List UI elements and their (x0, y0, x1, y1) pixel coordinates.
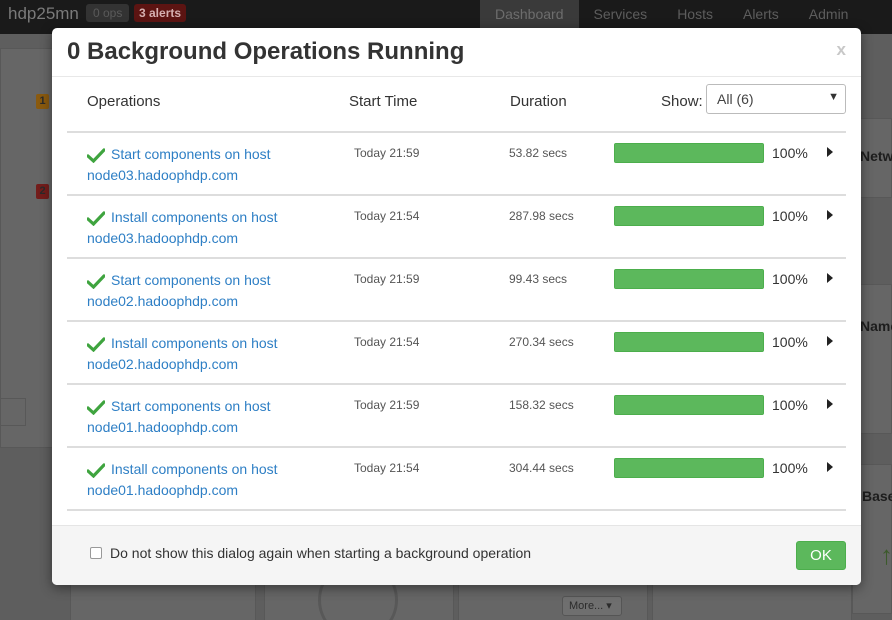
operation-link[interactable]: Install components on host node01.hadoop… (87, 459, 307, 501)
operation-duration: 53.82 secs (509, 146, 568, 160)
header-divider (52, 76, 861, 77)
operations-list: Start components on host node03.hadoophd… (67, 131, 846, 511)
operation-start-time: Today 21:59 (354, 146, 420, 160)
caret-right-icon[interactable] (827, 273, 833, 283)
operation-row[interactable]: Start components on host node01.hadoophd… (67, 385, 846, 448)
bg-up-arrow-icon: ↑ (880, 540, 892, 570)
bg-alert-count-badge: 2 (36, 184, 49, 199)
operation-duration: 287.98 secs (509, 209, 574, 223)
progress-percent: 100% (772, 334, 808, 350)
bg-filter-box (0, 398, 26, 426)
modal-footer: Do not show this dialog again when start… (52, 526, 861, 585)
caret-right-icon[interactable] (827, 336, 833, 346)
show-filter-value: All (6) (717, 91, 754, 107)
operation-start-time: Today 21:54 (354, 335, 420, 349)
operation-row[interactable]: Start components on host node03.hadoophd… (67, 133, 846, 196)
show-filter-select[interactable]: All (6) ▼ (706, 84, 846, 114)
progress-bar (614, 395, 764, 415)
progress-bar-fill (615, 459, 763, 477)
do-not-show-label[interactable]: Do not show this dialog again when start… (110, 545, 531, 561)
ops-badge[interactable]: 0 ops (86, 4, 130, 22)
operation-start-time: Today 21:54 (354, 209, 420, 223)
progress-bar (614, 269, 764, 289)
operation-start-time: Today 21:59 (354, 272, 420, 286)
caret-right-icon[interactable] (827, 462, 833, 472)
bg-widget-title: Netwo (860, 148, 892, 164)
progress-percent: 100% (772, 145, 808, 161)
column-header-duration: Duration (510, 93, 567, 110)
ok-button[interactable]: OK (796, 541, 846, 570)
operation-row[interactable]: Install components on host node01.hadoop… (67, 448, 846, 511)
operation-row[interactable]: Start components on host node02.hadoophd… (67, 259, 846, 322)
bg-widget-title: Name (860, 318, 892, 334)
operation-duration: 99.43 secs (509, 272, 568, 286)
progress-percent: 100% (772, 397, 808, 413)
bg-more-button: More... ▾ (562, 596, 622, 616)
show-filter-label: Show: (661, 93, 703, 110)
progress-bar (614, 206, 764, 226)
cluster-name[interactable]: hdp25mn (8, 4, 79, 24)
bg-widget-title: Base (862, 488, 892, 504)
do-not-show-checkbox[interactable] (90, 547, 102, 559)
operation-link[interactable]: Start components on host node01.hadoophd… (87, 396, 307, 438)
operation-link[interactable]: Start components on host node02.hadoophd… (87, 270, 307, 312)
column-header-start-time: Start Time (349, 93, 418, 110)
operation-link[interactable]: Install components on host node02.hadoop… (87, 333, 307, 375)
close-icon[interactable]: x (837, 40, 846, 60)
operation-start-time: Today 21:59 (354, 398, 420, 412)
progress-bar-fill (615, 144, 763, 162)
progress-percent: 100% (772, 271, 808, 287)
caret-right-icon[interactable] (827, 399, 833, 409)
progress-bar-fill (615, 396, 763, 414)
progress-bar (614, 332, 764, 352)
background-operations-modal: 0 Background Operations Running x Operat… (52, 28, 861, 585)
bg-more-label: More... (569, 600, 604, 612)
operation-row[interactable]: Install components on host node02.hadoop… (67, 322, 846, 385)
operation-row[interactable]: Install components on host node03.hadoop… (67, 196, 846, 259)
modal-title: 0 Background Operations Running (67, 38, 465, 65)
operation-link[interactable]: Install components on host node03.hadoop… (87, 207, 307, 249)
caret-right-icon[interactable] (827, 210, 833, 220)
operation-duration: 304.44 secs (509, 461, 574, 475)
progress-bar-fill (615, 207, 763, 225)
progress-bar (614, 458, 764, 478)
progress-percent: 100% (772, 208, 808, 224)
alerts-badge[interactable]: 3 alerts (134, 4, 187, 22)
progress-bar (614, 143, 764, 163)
caret-right-icon[interactable] (827, 147, 833, 157)
progress-bar-fill (615, 333, 763, 351)
progress-percent: 100% (772, 460, 808, 476)
column-header-operations: Operations (87, 93, 161, 110)
operation-duration: 270.34 secs (509, 335, 574, 349)
operation-duration: 158.32 secs (509, 398, 574, 412)
bg-alert-count-badge: 1 (36, 94, 49, 109)
operation-link[interactable]: Start components on host node03.hadoophd… (87, 144, 307, 186)
caret-down-icon: ▼ (828, 91, 839, 103)
operation-start-time: Today 21:54 (354, 461, 420, 475)
progress-bar-fill (615, 270, 763, 288)
